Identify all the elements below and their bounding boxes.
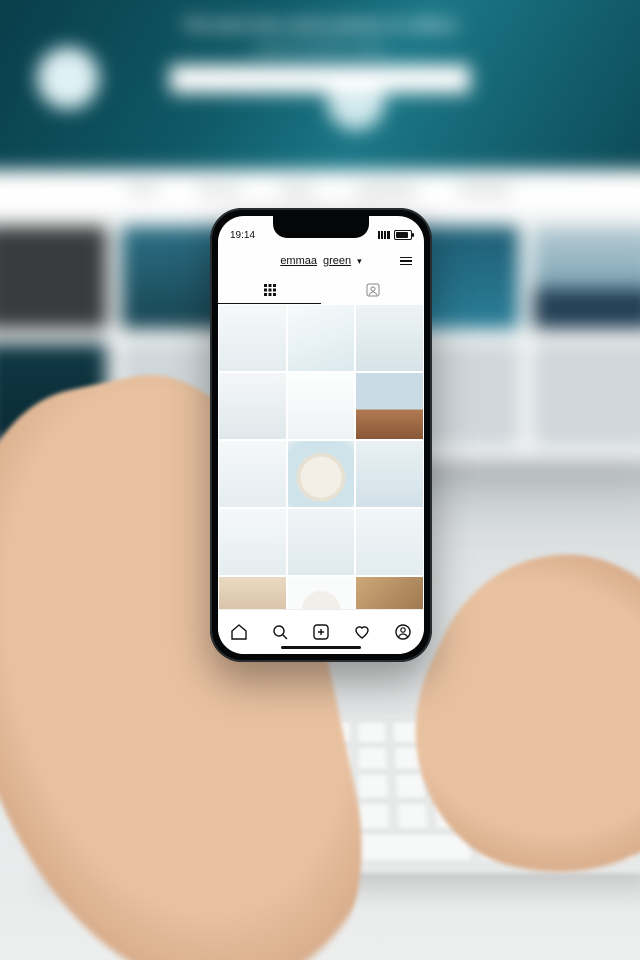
monitor-nav-item: Leaderboard	[354, 184, 416, 196]
tab-tagged[interactable]	[321, 276, 424, 304]
tab-grid[interactable]	[218, 276, 321, 304]
grid-icon	[264, 284, 276, 296]
grid-photo[interactable]	[355, 372, 424, 440]
grid-photo[interactable]	[287, 440, 356, 508]
grid-photo[interactable]	[287, 576, 356, 610]
search-icon	[271, 623, 289, 641]
monitor-nav-item: Discover	[198, 184, 241, 196]
gallery-thumb	[533, 226, 640, 329]
grid-photo[interactable]	[218, 372, 287, 440]
grid-photo[interactable]	[355, 508, 424, 576]
tagged-icon	[366, 283, 380, 297]
monitor-nav-item: Home	[128, 184, 157, 196]
grid-photo[interactable]	[218, 304, 287, 372]
grid-photo[interactable]	[287, 372, 356, 440]
grid-photo[interactable]	[218, 576, 287, 610]
grid-photo[interactable]	[355, 440, 424, 508]
nav-home[interactable]	[229, 622, 249, 642]
phone-screen: 19:14 emmaa green ▾	[218, 216, 424, 654]
gallery-thumb	[533, 343, 640, 446]
nav-add[interactable]	[311, 622, 331, 642]
photo-grid[interactable]	[218, 304, 424, 610]
monitor-search-input	[170, 65, 470, 93]
grid-photo[interactable]	[218, 508, 287, 576]
monitor-hero-subtitle: shared by talented creators	[253, 43, 386, 55]
profile-header[interactable]: emmaa green ▾	[218, 246, 424, 276]
heart-icon	[353, 623, 371, 641]
grid-photo[interactable]	[355, 304, 424, 372]
grid-photo[interactable]	[287, 304, 356, 372]
nav-search[interactable]	[270, 622, 290, 642]
username-part: green	[323, 255, 351, 267]
phone-device: 19:14 emmaa green ▾	[210, 208, 432, 662]
battery-icon	[394, 230, 412, 240]
gallery-thumb	[0, 226, 107, 329]
chevron-down-icon: ▾	[357, 256, 362, 267]
home-indicator[interactable]	[281, 646, 361, 649]
monitor-nav: Home Discover Videos Leaderboard Challen…	[0, 170, 640, 210]
profile-view-tabs	[218, 276, 424, 305]
monitor-hero-title: The best free stock photos & videos	[183, 17, 458, 35]
menu-icon[interactable]	[400, 257, 412, 266]
monitor-nav-item: Videos	[281, 184, 314, 196]
signal-icon	[378, 231, 390, 239]
grid-photo[interactable]	[287, 508, 356, 576]
photo-scene: The best free stock photos & videos shar…	[0, 0, 640, 960]
plus-square-icon	[312, 623, 330, 641]
grid-photo[interactable]	[355, 576, 424, 610]
home-icon	[230, 623, 248, 641]
grid-photo[interactable]	[218, 440, 287, 508]
nav-profile[interactable]	[393, 622, 413, 642]
phone-notch	[273, 216, 369, 238]
monitor-hero: The best free stock photos & videos shar…	[0, 0, 640, 170]
nav-activity[interactable]	[352, 622, 372, 642]
status-time: 19:14	[230, 230, 255, 241]
monitor-nav-item: Challenges	[456, 184, 511, 196]
username-part: emmaa	[280, 255, 317, 267]
profile-icon	[394, 623, 412, 641]
